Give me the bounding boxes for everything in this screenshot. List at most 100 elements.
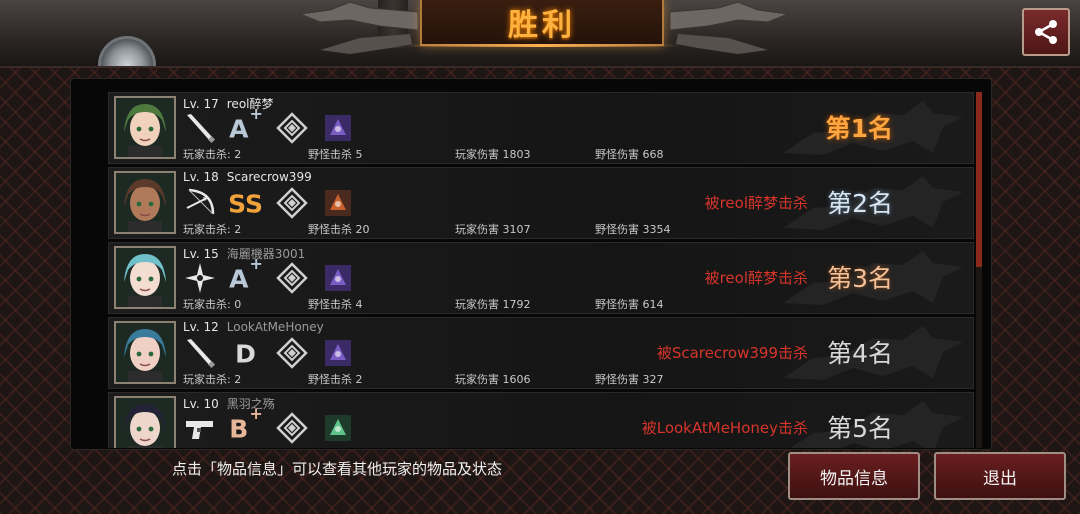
player-name: Scarecrow399 bbox=[226, 170, 312, 184]
grade-letter: D bbox=[235, 339, 256, 369]
killed-by-text: 被reol醉梦击杀 bbox=[704, 269, 808, 287]
level-and-name: Lv. 12 LookAtMeHoney bbox=[183, 320, 324, 334]
grade-letter: A bbox=[229, 114, 249, 144]
player-kills-value: 0 bbox=[234, 298, 242, 311]
player-icons: A+ bbox=[183, 105, 367, 145]
bat-icon bbox=[183, 111, 217, 145]
player-level: Lv. 15 bbox=[183, 247, 219, 261]
shuriken-icon bbox=[183, 261, 217, 295]
monster-damage-stat: 野怪伤害 3354 bbox=[595, 221, 671, 237]
player-level: Lv. 10 bbox=[183, 397, 219, 411]
monster-kills-label: 野怪击杀 bbox=[308, 148, 352, 161]
page-title: 胜利 bbox=[508, 8, 576, 43]
monster-kills-stat: 野怪击杀 5 bbox=[308, 146, 363, 162]
player-icons: SS bbox=[183, 186, 367, 220]
player-kills-label: 玩家击杀: bbox=[183, 223, 231, 236]
player-kills-label: 玩家击杀: bbox=[183, 373, 231, 386]
grade-letter: B bbox=[229, 414, 249, 444]
monster-kills-value: 4 bbox=[355, 298, 363, 311]
player-damage-stat: 玩家伤害 1792 bbox=[455, 296, 531, 312]
monster-kills-stat: 野怪击杀 4 bbox=[308, 296, 363, 312]
player-kills-label: 玩家击杀: bbox=[183, 298, 231, 311]
right-gun-wing-ornament bbox=[669, 1, 790, 54]
grade-letter: A bbox=[229, 264, 249, 294]
monster-damage-label: 野怪伤害 bbox=[595, 298, 639, 311]
player-row[interactable]: Lv. 17 reol醉梦 A+ 玩家击杀: 2 野怪击杀 5 玩家伤害 1803… bbox=[108, 92, 974, 164]
bat-icon bbox=[183, 336, 217, 370]
player-row[interactable]: Lv. 18 Scarecrow399 SS 玩家击杀: 2 野怪击杀 20 玩家… bbox=[108, 167, 974, 239]
player-kills-stat: 玩家击杀: 2 bbox=[183, 371, 241, 387]
rank-label: 第1名 bbox=[825, 114, 893, 143]
rank-label: 第5名 bbox=[827, 414, 893, 443]
monster-damage-value: 3354 bbox=[642, 223, 671, 236]
monster-damage-value: 668 bbox=[642, 148, 664, 161]
player-avatar[interactable] bbox=[114, 246, 176, 309]
monster-damage-stat: 野怪伤害 614 bbox=[595, 296, 664, 312]
player-kills-stat: 玩家击杀: 2 bbox=[183, 146, 241, 162]
player-avatar[interactable] bbox=[114, 171, 176, 234]
player-kills-value: 2 bbox=[234, 373, 242, 386]
monster-kills-label: 野怪击杀 bbox=[308, 373, 352, 386]
share-button[interactable] bbox=[1022, 8, 1070, 56]
item-icon[interactable] bbox=[321, 336, 355, 370]
item-icon[interactable] bbox=[321, 261, 355, 295]
footer-hint: 点击「物品信息」可以查看其他玩家的物品及状态 bbox=[172, 460, 503, 478]
player-avatar[interactable] bbox=[114, 396, 176, 448]
monster-damage-stat: 野怪伤害 327 bbox=[595, 371, 664, 387]
player-damage-stat: 玩家伤害 1606 bbox=[455, 371, 531, 387]
monster-kills-value: 20 bbox=[355, 223, 370, 236]
player-row[interactable]: Lv. 10 黑羽之殇 B+ 被LookAtMeHoney击杀 第5名 bbox=[108, 392, 974, 448]
title-banner: 胜利 bbox=[420, 0, 664, 46]
rank-tier-icon bbox=[275, 111, 309, 145]
player-damage-stat: 玩家伤害 3107 bbox=[455, 221, 531, 237]
grade-plus: + bbox=[249, 253, 263, 273]
player-avatar[interactable] bbox=[114, 321, 176, 384]
player-damage-label: 玩家伤害 bbox=[455, 373, 499, 386]
player-icons: A+ bbox=[183, 255, 367, 295]
player-damage-label: 玩家伤害 bbox=[455, 298, 499, 311]
rank-tier-icon bbox=[275, 336, 309, 370]
killed-by-text: 被Scarecrow399击杀 bbox=[656, 344, 808, 362]
grade-letter: SS bbox=[228, 189, 263, 219]
player-name: 海麗機器3001 bbox=[226, 247, 306, 261]
player-row[interactable]: Lv. 15 海麗機器3001 A+ 玩家击杀: 0 野怪击杀 4 玩家伤害 17… bbox=[108, 242, 974, 314]
grade-plus: + bbox=[249, 403, 263, 423]
monster-damage-value: 614 bbox=[642, 298, 664, 311]
results-list[interactable]: Lv. 17 reol醉梦 A+ 玩家击杀: 2 野怪击杀 5 玩家伤害 1803… bbox=[108, 92, 974, 448]
pistol-icon bbox=[183, 411, 217, 445]
level-and-name: Lv. 18 Scarecrow399 bbox=[183, 170, 312, 184]
monster-kills-value: 5 bbox=[355, 148, 363, 161]
player-kills-stat: 玩家击杀: 2 bbox=[183, 221, 241, 237]
monster-damage-label: 野怪伤害 bbox=[595, 148, 639, 161]
monster-damage-label: 野怪伤害 bbox=[595, 373, 639, 386]
rank-label: 第2名 bbox=[827, 189, 893, 218]
monster-kills-value: 2 bbox=[355, 373, 363, 386]
exit-button[interactable]: 退出 bbox=[934, 452, 1066, 500]
level-and-name: Lv. 15 海麗機器3001 bbox=[183, 245, 305, 262]
item-icon[interactable] bbox=[321, 186, 355, 220]
player-kills-label: 玩家击杀: bbox=[183, 148, 231, 161]
grade-plus: + bbox=[249, 103, 263, 123]
player-icons: D bbox=[183, 336, 367, 370]
monster-kills-label: 野怪击杀 bbox=[308, 223, 352, 236]
player-damage-value: 1606 bbox=[502, 373, 531, 386]
player-avatar[interactable] bbox=[114, 96, 176, 159]
player-kills-value: 2 bbox=[234, 148, 242, 161]
items-info-button[interactable]: 物品信息 bbox=[788, 452, 920, 500]
player-damage-label: 玩家伤害 bbox=[455, 223, 499, 236]
rank-label: 第3名 bbox=[827, 264, 893, 293]
title-glow-line bbox=[400, 44, 680, 47]
player-damage-value: 3107 bbox=[502, 223, 531, 236]
item-icon[interactable] bbox=[321, 411, 355, 445]
monster-kills-label: 野怪击杀 bbox=[308, 298, 352, 311]
item-icon[interactable] bbox=[321, 111, 355, 145]
player-name: LookAtMeHoney bbox=[226, 320, 324, 334]
monster-damage-label: 野怪伤害 bbox=[595, 223, 639, 236]
player-damage-stat: 玩家伤害 1803 bbox=[455, 146, 531, 162]
scrollbar-thumb[interactable] bbox=[976, 92, 982, 267]
bow-icon bbox=[183, 186, 217, 220]
player-kills-stat: 玩家击杀: 0 bbox=[183, 296, 241, 312]
player-damage-label: 玩家伤害 bbox=[455, 148, 499, 161]
monster-kills-stat: 野怪击杀 20 bbox=[308, 221, 370, 237]
player-row[interactable]: Lv. 12 LookAtMeHoney D 玩家击杀: 2 野怪击杀 2 玩家伤… bbox=[108, 317, 974, 389]
